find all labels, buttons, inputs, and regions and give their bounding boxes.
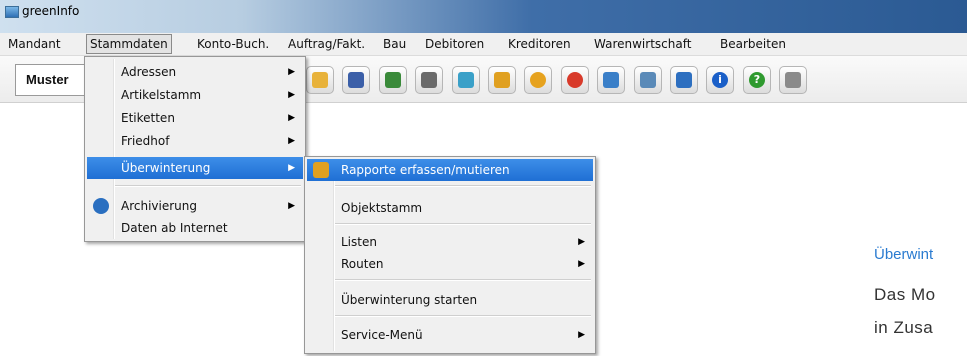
menu-item-label: Überwinterung starten xyxy=(341,293,478,307)
menu-item-label: Listen xyxy=(341,235,377,249)
submenu-arrow-icon: ▶ xyxy=(578,259,585,269)
pin-icon xyxy=(567,72,583,88)
house-icon xyxy=(458,72,474,88)
help-button[interactable]: ? xyxy=(743,66,771,94)
menu-kreditoren[interactable]: Kreditoren xyxy=(508,36,571,52)
window-title: greenInfo xyxy=(22,4,80,18)
menu-item-artikelstamm[interactable]: Artikelstamm ▶ xyxy=(87,84,303,106)
menu-item-friedhof[interactable]: Friedhof ▶ xyxy=(87,130,303,152)
submenu-arrow-icon: ▶ xyxy=(288,113,295,123)
book-button[interactable] xyxy=(342,66,370,94)
menu-separator xyxy=(335,185,591,187)
menu-bar: Mandant Stammdaten Konto-Buch. Auftrag/F… xyxy=(0,33,967,56)
notebook-button[interactable] xyxy=(306,66,334,94)
body-text-line: Das Mo xyxy=(874,285,936,304)
menu-item-label: Etiketten xyxy=(121,111,175,125)
menu-item-etiketten[interactable]: Etiketten ▶ xyxy=(87,107,303,129)
mandant-selector[interactable]: Muster xyxy=(15,64,92,96)
menu-item-ueberwinterung[interactable]: Überwinterung ▶ xyxy=(87,157,303,179)
menu-item-label: Service-Menü xyxy=(341,328,423,342)
menu-mandant[interactable]: Mandant xyxy=(8,36,61,52)
document-button[interactable] xyxy=(634,66,662,94)
house-button[interactable] xyxy=(452,66,480,94)
menu-item-listen[interactable]: Listen ▶ xyxy=(307,231,593,253)
clipboard-button[interactable] xyxy=(488,66,516,94)
car-button[interactable] xyxy=(597,66,625,94)
binoculars-icon xyxy=(421,72,437,88)
menu-item-archivierung[interactable]: Archivierung ▶ xyxy=(87,195,303,217)
calculator-button[interactable] xyxy=(670,66,698,94)
menu-item-routen[interactable]: Routen ▶ xyxy=(307,253,593,275)
calculator-icon xyxy=(676,72,692,88)
printer-icon xyxy=(785,72,801,88)
menu-separator xyxy=(335,315,591,317)
submenu-arrow-icon: ▶ xyxy=(288,67,295,77)
menu-item-label: Archivierung xyxy=(121,199,197,213)
menu-item-label: Artikelstamm xyxy=(121,88,202,102)
menu-separator xyxy=(335,279,591,281)
submenu-arrow-icon: ▶ xyxy=(288,136,295,146)
archive-icon xyxy=(93,198,109,214)
menu-item-service-menue[interactable]: Service-Menü ▶ xyxy=(307,324,593,346)
menu-item-label: Rapporte erfassen/mutieren xyxy=(341,163,510,177)
menu-bearbeiten[interactable]: Bearbeiten xyxy=(720,36,786,52)
app-icon xyxy=(5,6,19,18)
pin-button[interactable] xyxy=(561,66,589,94)
menu-item-label: Routen xyxy=(341,257,384,271)
menu-item-label: Adressen xyxy=(121,65,177,79)
menu-item-label: Daten ab Internet xyxy=(121,221,228,235)
menu-konto-buch[interactable]: Konto-Buch. xyxy=(197,36,269,52)
menu-warenwirtschaft[interactable]: Warenwirtschaft xyxy=(594,36,691,52)
menu-separator xyxy=(115,185,301,187)
clipboard-icon xyxy=(313,162,329,178)
printer-button[interactable] xyxy=(779,66,807,94)
info-button[interactable]: i xyxy=(706,66,734,94)
book-icon xyxy=(348,72,364,88)
menu-item-objektstamm[interactable]: Objektstamm xyxy=(307,197,593,219)
submenu-arrow-icon: ▶ xyxy=(288,201,295,211)
submenu-arrow-icon: ▶ xyxy=(578,237,585,247)
menu-item-ueberwinterung-starten[interactable]: Überwinterung starten xyxy=(307,289,593,311)
document-icon xyxy=(640,72,656,88)
lightbulb-button[interactable] xyxy=(524,66,552,94)
ueberwinterung-submenu: Rapporte erfassen/mutieren Objektstamm L… xyxy=(304,156,596,354)
help-icon: ? xyxy=(749,72,765,88)
stammdaten-menu: Adressen ▶ Artikelstamm ▶ Etiketten ▶ Fr… xyxy=(84,56,306,242)
notebook-icon xyxy=(312,72,328,88)
menu-item-label: Überwinterung xyxy=(121,161,211,175)
menu-stammdaten[interactable]: Stammdaten xyxy=(86,34,172,54)
mandant-value: Muster xyxy=(26,72,69,87)
body-text-line: in Zusa xyxy=(874,318,934,337)
car-icon xyxy=(603,72,619,88)
menu-separator xyxy=(335,223,591,225)
clipboard-icon xyxy=(494,72,510,88)
menu-item-label: Friedhof xyxy=(121,134,170,148)
menu-auftrag-fakt[interactable]: Auftrag/Fakt. xyxy=(288,36,365,52)
menu-item-daten-ab-internet[interactable]: Daten ab Internet xyxy=(87,217,303,239)
green-book-icon xyxy=(385,72,401,88)
menu-item-label: Objektstamm xyxy=(341,201,423,215)
submenu-arrow-icon: ▶ xyxy=(288,163,295,173)
section-heading: Überwint xyxy=(874,246,934,263)
submenu-arrow-icon: ▶ xyxy=(578,330,585,340)
menu-item-adressen[interactable]: Adressen ▶ xyxy=(87,61,303,83)
menu-debitoren[interactable]: Debitoren xyxy=(425,36,484,52)
menu-bau[interactable]: Bau xyxy=(383,36,406,52)
lightbulb-icon xyxy=(530,72,546,88)
menu-item-rapporte-erfassen[interactable]: Rapporte erfassen/mutieren xyxy=(307,159,593,181)
submenu-arrow-icon: ▶ xyxy=(288,90,295,100)
title-bar: greenInfo xyxy=(0,0,967,33)
binoculars-button[interactable] xyxy=(415,66,443,94)
info-icon: i xyxy=(712,72,728,88)
green-book-button[interactable] xyxy=(379,66,407,94)
